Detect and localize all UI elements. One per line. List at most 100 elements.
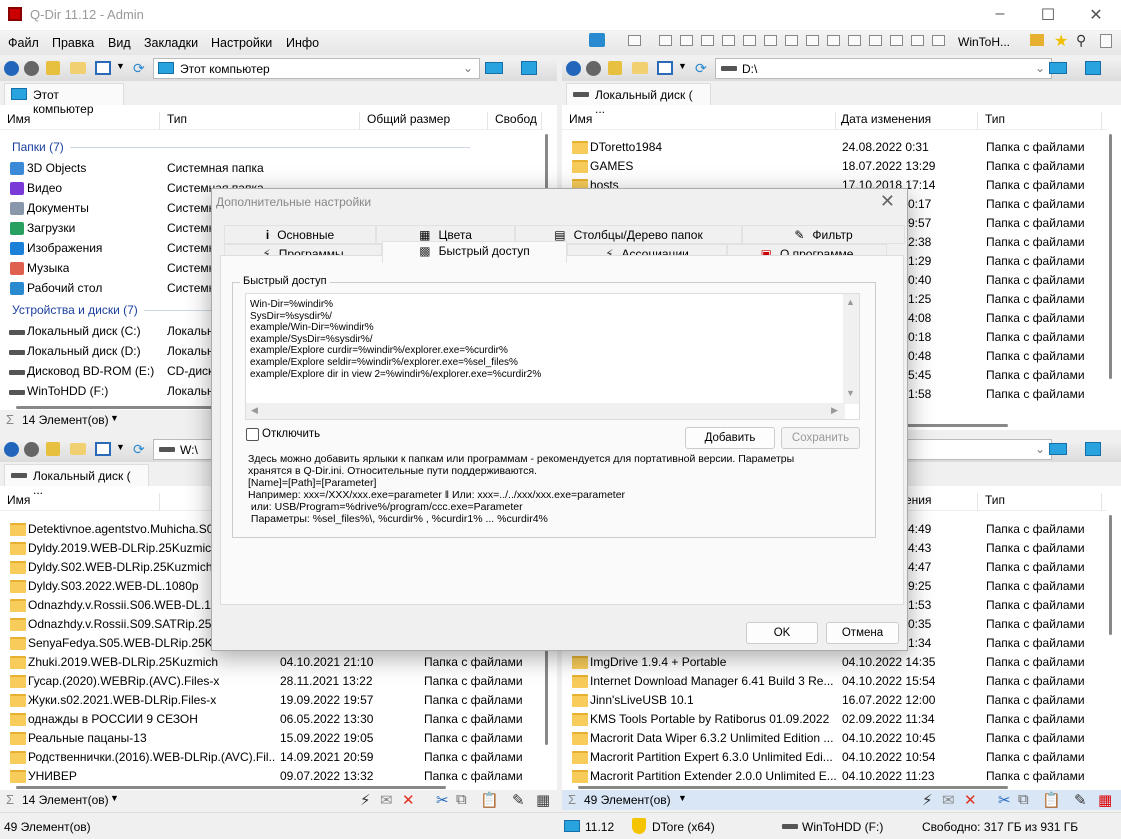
tab-current[interactable]: Локальный диск ( ... [4, 464, 149, 497]
tab-current[interactable]: Этот компьютер [4, 83, 124, 116]
column-0[interactable]: ения [902, 493, 978, 511]
layout-dropdown-icon[interactable] [485, 62, 503, 74]
layout-icon[interactable] [848, 35, 861, 46]
monitor-dropdown-icon[interactable] [521, 61, 537, 75]
list-item[interactable]: Гусар.(2020).WEBRip.(AVC).Files-x 28.11.2… [0, 672, 557, 691]
paste-icon[interactable]: 📋 [480, 791, 499, 809]
edit-icon[interactable]: ✎ [512, 791, 525, 809]
properties-icon[interactable]: ▦ [1098, 791, 1112, 809]
column-0[interactable]: Имя [566, 112, 836, 130]
refresh-icon[interactable]: ⟳ [133, 441, 145, 458]
layout-icon[interactable] [628, 35, 641, 46]
list-item[interactable]: Macrorit Data Wiper 6.3.2 Unlimited Edit… [562, 729, 1121, 748]
list-item[interactable]: Zhuki.2019.WEB-DLRip.25Kuzmich 04.10.2021… [0, 653, 557, 672]
delete-icon[interactable]: ✕ [964, 791, 977, 809]
layout-icon[interactable] [890, 35, 903, 46]
list-item[interactable]: Родственнички.(2016).WEB-DLRip.(AVC).Fil… [0, 748, 557, 767]
item-count[interactable]: 14 Элемент(ов) [22, 793, 109, 807]
menu-bookmarks[interactable]: Закладки [144, 36, 198, 50]
list-item[interactable]: УНИВЕР 09.07.2022 13:32 Папка с файлами [0, 767, 557, 786]
new-folder-icon[interactable] [632, 62, 648, 74]
add-button[interactable]: Добавить [685, 427, 775, 449]
bolt-icon[interactable]: ⚡ [922, 791, 933, 809]
tab-0[interactable]: i Основные [224, 225, 376, 244]
list-item[interactable]: ImgDrive 1.9.4 + Portable 04.10.2022 14:3… [562, 653, 1121, 672]
view-mode-icon[interactable] [657, 61, 673, 75]
up-folder-icon[interactable] [46, 61, 60, 75]
save-button[interactable]: Сохранить [781, 427, 860, 449]
copy-icon[interactable]: ⧉ [1018, 791, 1029, 808]
layout-icon[interactable] [911, 35, 924, 46]
refresh-icon[interactable]: ⟳ [133, 60, 145, 77]
horizontal-scrollbar[interactable] [578, 786, 1008, 789]
column-0[interactable]: Имя [4, 112, 160, 130]
view-dropdown-arrow[interactable]: ▼ [116, 442, 125, 452]
layout-icon[interactable] [869, 35, 882, 46]
network-icon[interactable] [589, 33, 605, 47]
rename-icon[interactable]: ✉ [380, 791, 393, 809]
tab-current[interactable]: Локальный диск ( ... [566, 83, 711, 116]
group-header[interactable]: Устройства и диски (7) [12, 303, 544, 317]
menu-info[interactable]: Инфо [286, 36, 319, 50]
tab-5[interactable]: ▩ Быстрый доступ [382, 241, 567, 263]
list-item[interactable]: однажды в РОССИИ 9 СЕЗОН 06.05.2022 13:30… [0, 710, 557, 729]
new-folder-icon[interactable] [70, 443, 86, 455]
horizontal-scrollbar[interactable]: ◀ ▶ [246, 403, 845, 419]
monitor-dropdown-icon[interactable] [1085, 61, 1101, 75]
layout-icon[interactable] [785, 35, 798, 46]
vertical-scrollbar[interactable] [1109, 515, 1112, 635]
new-folder-icon[interactable] [70, 62, 86, 74]
up-folder-icon[interactable] [46, 442, 60, 456]
group-header[interactable]: Папки (7) [12, 140, 468, 154]
item-count[interactable]: 49 Элемент(ов) [584, 793, 671, 807]
back-button[interactable] [4, 442, 19, 457]
tab-3[interactable]: ✎ Фильтр [742, 225, 905, 244]
list-item[interactable]: Macrorit Partition Expert 6.3.0 Unlimite… [562, 748, 1121, 767]
list-item[interactable]: DToretto1984 24.08.2022 0:31 Папка с файла… [562, 138, 1121, 157]
edit-icon[interactable]: ✎ [1074, 791, 1087, 809]
menu-view[interactable]: Вид [108, 36, 131, 50]
forward-button[interactable] [586, 61, 601, 76]
add-favorite-icon[interactable]: ★ [1054, 31, 1068, 51]
list-item[interactable]: KMS Tools Portable by Ratiborus 01.09.20… [562, 710, 1121, 729]
column-0[interactable]: Имя [4, 493, 160, 511]
back-button[interactable] [4, 61, 19, 76]
layout-icon[interactable] [680, 35, 693, 46]
column-1[interactable]: Дата изменения [838, 112, 978, 130]
view-dropdown-arrow[interactable]: ▼ [116, 61, 125, 71]
favorites-folder-icon[interactable] [1030, 34, 1044, 46]
view-mode-icon[interactable] [95, 61, 111, 75]
horizontal-scrollbar[interactable] [16, 786, 446, 789]
view-dropdown-arrow[interactable]: ▼ [678, 61, 687, 71]
menu-file[interactable]: Файл [8, 36, 39, 50]
layout-icon[interactable] [701, 35, 714, 46]
close-button[interactable]: ✕ [1081, 5, 1111, 25]
column-3[interactable]: Свобод [492, 112, 542, 130]
layout-icon[interactable] [659, 35, 672, 46]
refresh-icon[interactable]: ⟳ [695, 60, 707, 77]
column-1[interactable]: Тип [164, 112, 360, 130]
chevron-down-icon[interactable]: ⌄ [1035, 442, 1045, 456]
list-item[interactable]: GAMES 18.07.2022 13:29 Папка с файлами [562, 157, 1121, 176]
dialog-close-button[interactable]: ✕ [880, 191, 895, 212]
paste-icon[interactable]: 📋 [1042, 791, 1061, 809]
layout-icon[interactable] [806, 35, 819, 46]
list-item[interactable]: Jinn'sLiveUSB 10.1 16.07.2022 12:00 Папка … [562, 691, 1121, 710]
list-item[interactable]: Macrorit Partition Extender 2.0.0 Unlimi… [562, 767, 1121, 786]
status-dropdown-arrow[interactable]: ▼ [110, 793, 119, 803]
window-icon[interactable] [1100, 34, 1112, 48]
list-item[interactable]: Реальные пацаны-13 15.09.2022 19:05 Папка … [0, 729, 557, 748]
menu-edit[interactable]: Правка [52, 36, 94, 50]
status-dropdown-arrow[interactable]: ▼ [678, 793, 687, 803]
cut-icon[interactable]: ✂ [436, 791, 449, 809]
forward-button[interactable] [24, 442, 39, 457]
menu-settings[interactable]: Настройки [211, 36, 272, 50]
layout-icon[interactable] [722, 35, 735, 46]
properties-icon[interactable]: ▦ [536, 791, 550, 809]
copy-icon[interactable]: ⧉ [456, 791, 467, 808]
back-button[interactable] [566, 61, 581, 76]
up-folder-icon[interactable] [608, 61, 622, 75]
layout-icon[interactable] [932, 35, 945, 46]
drive-dropdown[interactable]: WinToH... [958, 35, 1010, 49]
chevron-down-icon[interactable]: ⌄ [1035, 61, 1045, 75]
